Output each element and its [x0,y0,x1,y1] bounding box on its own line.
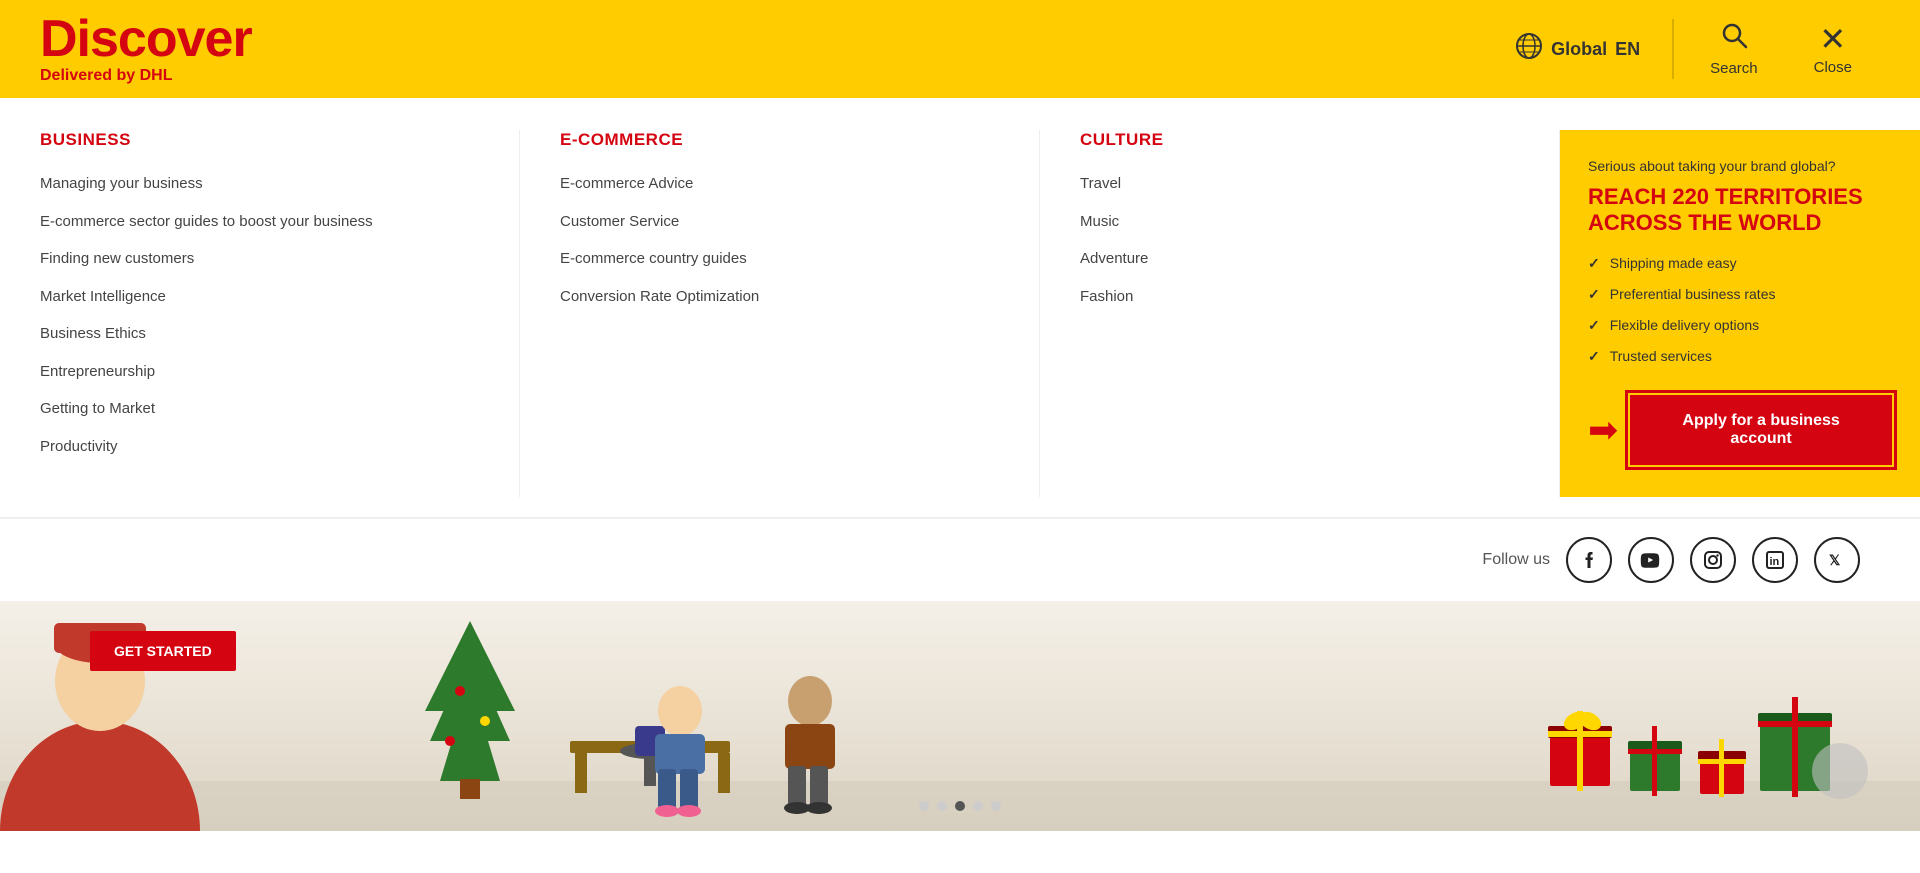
youtube-icon[interactable] [1628,537,1674,583]
logo-discover[interactable]: Discover [40,13,252,65]
nav-link-managing[interactable]: Managing your business [40,174,479,194]
instagram-icon[interactable] [1690,537,1736,583]
svg-text:in: in [1770,556,1780,568]
nav-link-productivity[interactable]: Productivity [40,437,479,457]
arrow-right-icon: ➡ [1588,412,1618,448]
globe-icon [1515,32,1543,67]
promo-title: REACH 220 TERRITORIES ACROSS THE WORLD [1588,184,1892,237]
nav-link-fashion[interactable]: Fashion [1080,287,1519,307]
check-icon-3: ✓ [1588,317,1600,334]
nav-link-customer-service[interactable]: Customer Service [560,212,999,232]
twitter-icon[interactable]: 𝕏 [1814,537,1860,583]
check-icon-4: ✓ [1588,348,1600,365]
logo-area: Discover Delivered by DHL [40,13,252,85]
search-label: Search [1710,60,1758,77]
nav-link-business-ethics[interactable]: Business Ethics [40,324,479,344]
header-divider [1672,19,1674,79]
carousel-dots [919,801,1001,811]
illustration-area: GET STARTED [0,601,1920,831]
carousel-dot-1[interactable] [919,801,929,811]
promo-check-shipping: ✓ Shipping made easy [1588,255,1892,272]
search-icon [1720,21,1748,56]
nav-link-market-intelligence[interactable]: Market Intelligence [40,287,479,307]
follow-bar: Follow us in 𝕏 [0,518,1920,601]
carousel-dot-3[interactable] [955,801,965,811]
promo-cta-row: ➡ Apply for a business account [1588,395,1892,465]
promo-check-trusted: ✓ Trusted services [1588,348,1892,365]
check-icon-1: ✓ [1588,255,1600,272]
nav-col-business-title: BUSINESS [40,130,479,150]
nav-col-ecommerce-title: E-COMMERCE [560,130,999,150]
nav-link-adventure[interactable]: Adventure [1080,249,1519,269]
close-icon: ✕ [1819,23,1846,55]
nav-col-ecommerce: E-COMMERCE E-commerce Advice Customer Se… [520,130,1040,497]
close-label: Close [1814,59,1852,76]
check-icon-2: ✓ [1588,286,1600,303]
logo-tagline: Delivered by DHL [40,67,252,85]
promo-check-rates: ✓ Preferential business rates [1588,286,1892,303]
nav-link-conversion-rate[interactable]: Conversion Rate Optimization [560,287,999,307]
header-globe[interactable]: Global EN [1491,32,1664,67]
header: Discover Delivered by DHL Global EN [0,0,1920,98]
nav-link-getting-to-market[interactable]: Getting to Market [40,399,479,419]
carousel-dot-4[interactable] [973,801,983,811]
header-close-button[interactable]: ✕ Close [1786,23,1880,76]
facebook-icon[interactable] [1566,537,1612,583]
nav-link-ecommerce-sector[interactable]: E-commerce sector guides to boost your b… [40,212,479,232]
nav-col-culture: CULTURE Travel Music Adventure Fashion [1040,130,1560,497]
linkedin-icon[interactable]: in [1752,537,1798,583]
apply-business-account-button[interactable]: Apply for a business account [1630,395,1892,465]
header-lang-code: EN [1615,39,1640,60]
nav-col-culture-title: CULTURE [1080,130,1519,150]
header-lang-region: Global [1551,39,1607,60]
nav-link-music[interactable]: Music [1080,212,1519,232]
nav-col-business: BUSINESS Managing your business E-commer… [0,130,520,497]
nav-link-travel[interactable]: Travel [1080,174,1519,194]
header-search-button[interactable]: Search [1682,21,1786,77]
nav-link-finding-customers[interactable]: Finding new customers [40,249,479,269]
svg-text:𝕏: 𝕏 [1829,552,1841,568]
promo-check-delivery: ✓ Flexible delivery options [1588,317,1892,334]
promo-subtitle: Serious about taking your brand global? [1588,158,1892,174]
nav-link-ecommerce-advice[interactable]: E-commerce Advice [560,174,999,194]
carousel-dot-5[interactable] [991,801,1001,811]
carousel-dot-2[interactable] [937,801,947,811]
nav-link-entrepreneurship[interactable]: Entrepreneurship [40,362,479,382]
illustration-cta-button[interactable]: GET STARTED [90,631,236,671]
nav-dropdown: BUSINESS Managing your business E-commer… [0,98,1920,518]
header-right: Global EN Search ✕ Close [1491,19,1880,79]
follow-label: Follow us [1482,551,1550,569]
promo-box: Serious about taking your brand global? … [1560,130,1920,497]
nav-link-ecommerce-country[interactable]: E-commerce country guides [560,249,999,269]
